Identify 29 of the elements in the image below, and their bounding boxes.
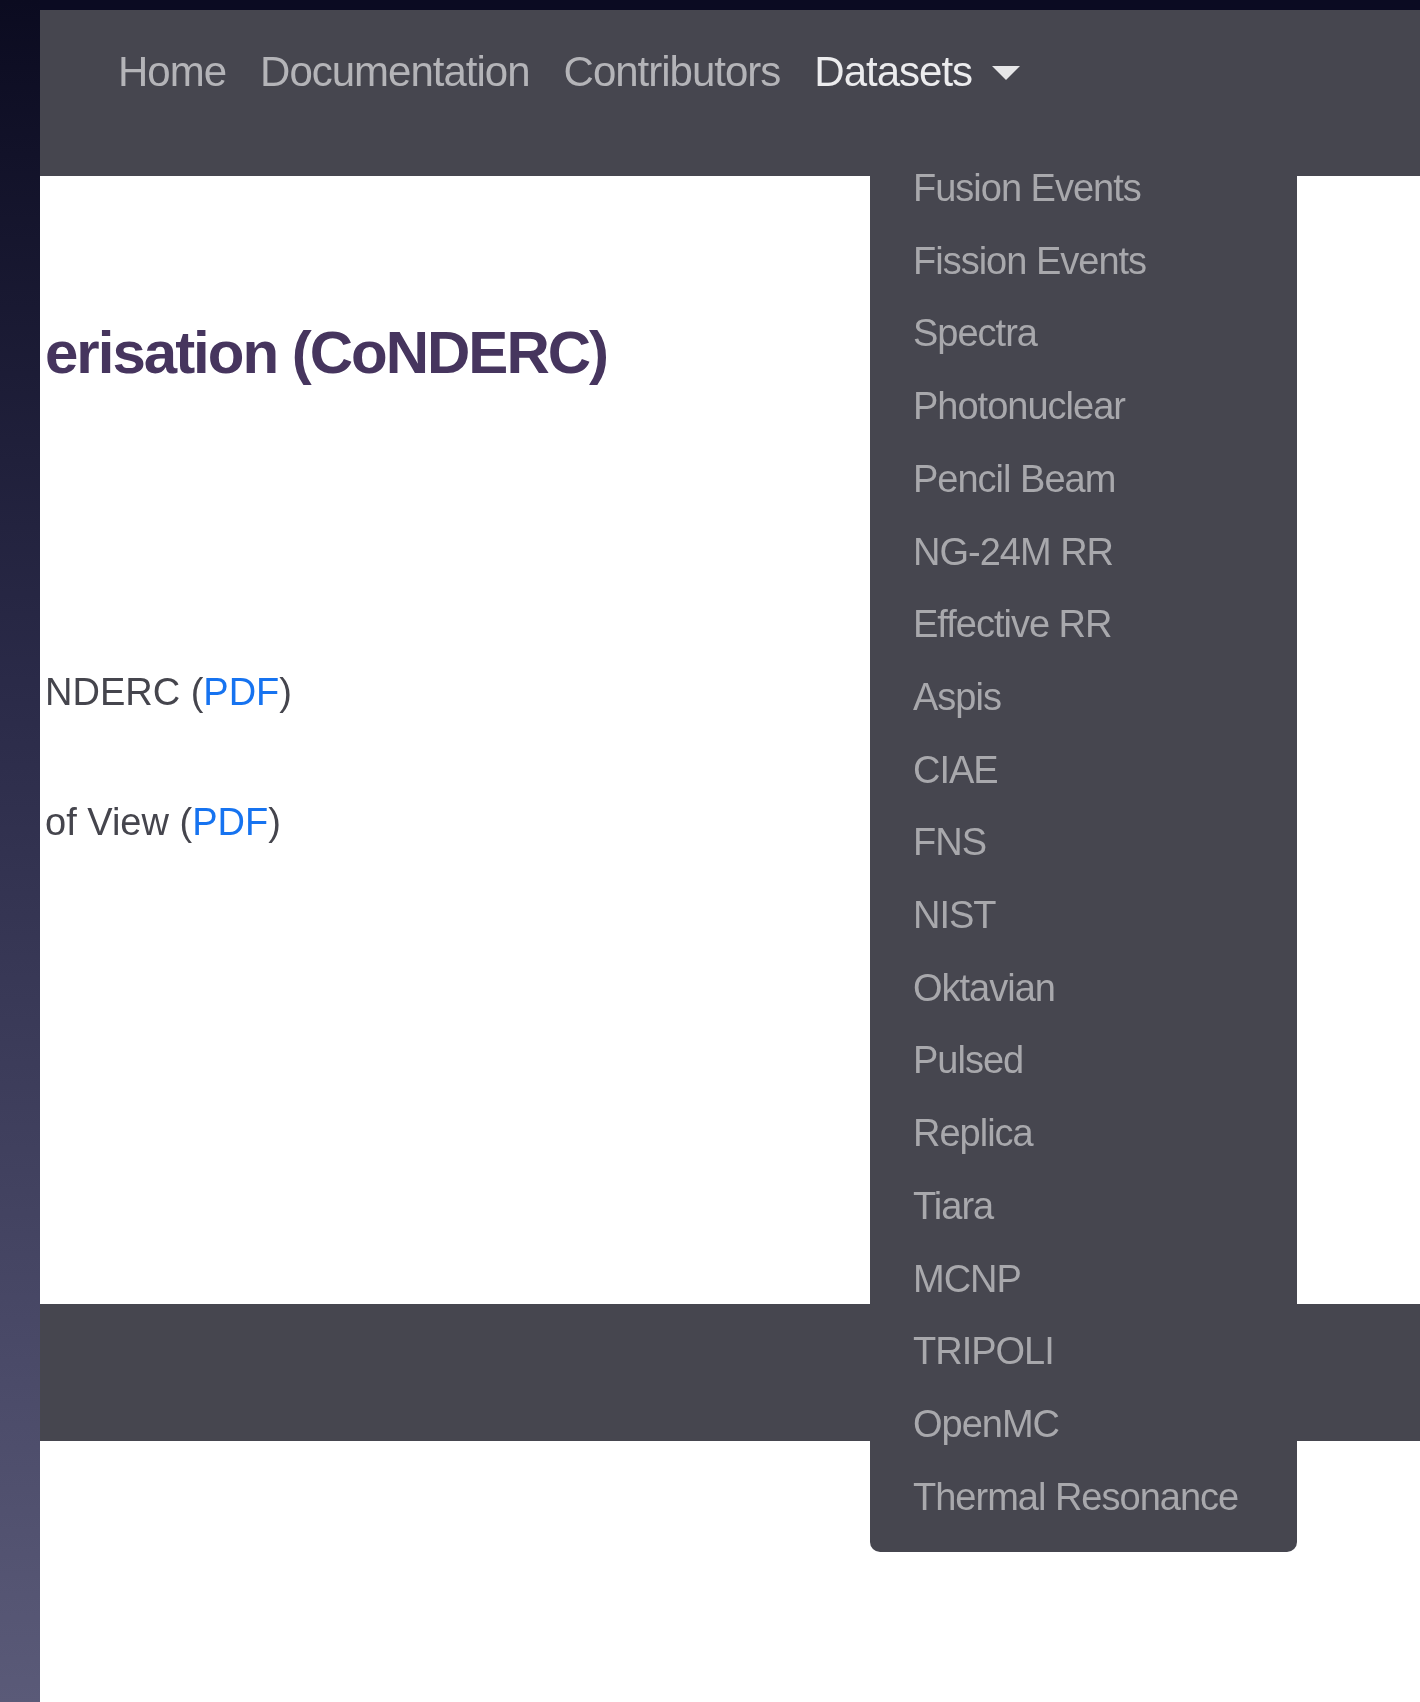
dropdown-item[interactable]: Oktavian (913, 951, 1055, 1025)
nav-link[interactable]: Contributors (563, 40, 781, 104)
pdf-link[interactable]: PDF (203, 671, 280, 713)
nav-link[interactable]: Documentation (260, 40, 530, 104)
dropdown-item[interactable]: Pencil Beam (913, 442, 1116, 516)
dropdown-item[interactable]: Photonuclear (913, 370, 1125, 443)
dropdown-item[interactable]: Effective RR (913, 588, 1112, 661)
nav-link[interactable]: Datasets (814, 40, 973, 104)
dropdown-item[interactable]: OpenMC (913, 1387, 1060, 1461)
dropdown-item[interactable]: Aspis (913, 660, 1001, 734)
dropdown-item[interactable]: MCNP (913, 1242, 1021, 1316)
dropdown-item[interactable]: Spectra (913, 297, 1037, 371)
page-heading: erisation (CoNDERC) (45, 318, 608, 388)
document-line: of View (PDF) (45, 800, 281, 845)
dropdown-item[interactable]: Replica (913, 1097, 1033, 1170)
dropdown-item[interactable]: Pulsed (913, 1024, 1024, 1098)
caret-icon[interactable] (992, 66, 1021, 80)
pdf-link[interactable]: PDF (192, 801, 269, 843)
nav-link[interactable]: Home (118, 40, 227, 104)
dropdown-item[interactable]: Fusion Events (913, 152, 1141, 225)
dropdown-item[interactable]: Fission Events (913, 224, 1147, 298)
document-line: NDERC (PDF) (45, 670, 292, 715)
dropdown-item[interactable]: NG-24M RR (913, 515, 1114, 589)
dropdown-item[interactable]: Thermal Resonance (913, 1460, 1239, 1534)
dropdown-item[interactable]: TRIPOLI (913, 1315, 1054, 1388)
dropdown-item[interactable]: NIST (913, 879, 996, 952)
dropdown-item[interactable]: FNS (913, 806, 986, 880)
dropdown-item[interactable]: Tiara (913, 1169, 994, 1243)
dropdown-item[interactable]: CIAE (913, 733, 998, 807)
